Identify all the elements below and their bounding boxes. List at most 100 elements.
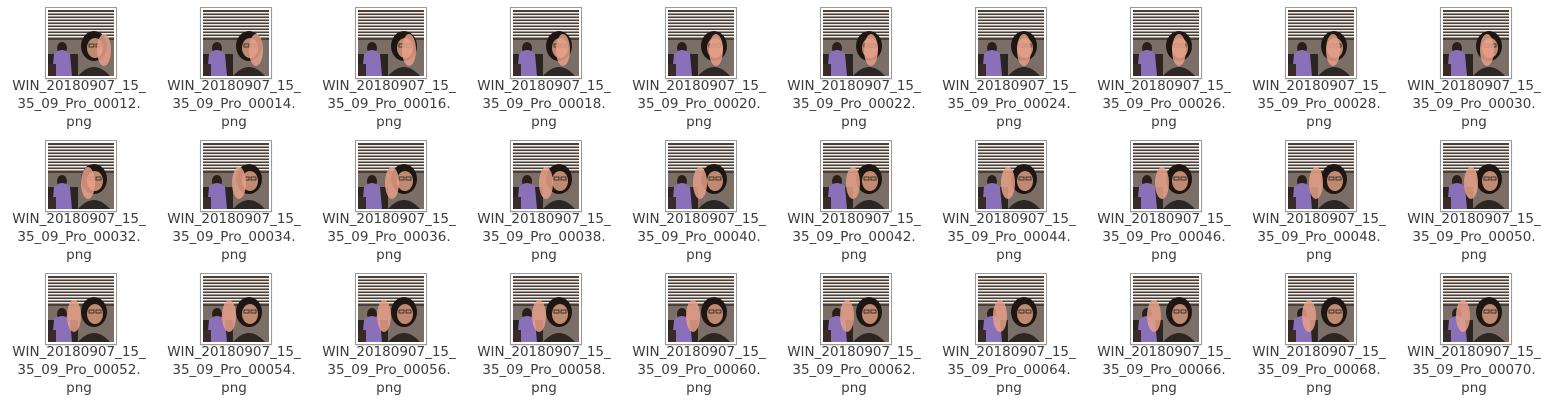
file-item[interactable]: WIN_20180907_15_ 35_09_Pro_00070. png — [1404, 273, 1544, 399]
file-item[interactable]: WIN_20180907_15_ 35_09_Pro_00058. png — [474, 273, 614, 399]
image-thumbnail-icon[interactable] — [1285, 7, 1357, 79]
file-item[interactable]: WIN_20180907_15_ 35_09_Pro_00044. png — [939, 140, 1079, 266]
image-thumbnail-icon[interactable] — [1130, 273, 1202, 345]
file-item[interactable]: WIN_20180907_15_ 35_09_Pro_00068. png — [1249, 273, 1389, 399]
file-item[interactable]: WIN_20180907_15_ 35_09_Pro_00048. png — [1249, 140, 1389, 266]
file-name-label: WIN_20180907_15_ 35_09_Pro_00064. png — [939, 343, 1079, 397]
file-item[interactable]: WIN_20180907_15_ 35_09_Pro_00034. png — [164, 140, 304, 266]
file-name-line3: png — [1151, 380, 1177, 396]
file-name-label: WIN_20180907_15_ 35_09_Pro_00060. png — [629, 343, 769, 397]
file-grid: WIN_20180907_15_ 35_09_Pro_00012. png WIN_2… — [0, 0, 1555, 401]
file-item[interactable]: WIN_20180907_15_ 35_09_Pro_00038. png — [474, 140, 614, 266]
file-name-line1: WIN_20180907_15_ — [942, 344, 1076, 360]
file-item[interactable]: WIN_20180907_15_ 35_09_Pro_00020. png — [629, 7, 769, 133]
image-thumbnail-icon[interactable] — [1440, 273, 1512, 345]
image-thumbnail-icon[interactable] — [200, 140, 272, 212]
file-name-line1: WIN_20180907_15_ — [167, 78, 301, 94]
image-thumbnail-icon[interactable] — [45, 7, 117, 79]
file-name-line3: png — [376, 247, 402, 263]
file-name-line3: png — [376, 114, 402, 130]
file-item[interactable]: WIN_20180907_15_ 35_09_Pro_00042. png — [784, 140, 924, 266]
image-thumbnail-icon[interactable] — [975, 7, 1047, 79]
image-thumbnail-icon[interactable] — [355, 273, 427, 345]
image-thumbnail-icon[interactable] — [355, 140, 427, 212]
image-thumbnail-icon[interactable] — [200, 7, 272, 79]
file-item[interactable]: WIN_20180907_15_ 35_09_Pro_00026. png — [1094, 7, 1234, 133]
file-name-label: WIN_20180907_15_ 35_09_Pro_00012. png — [9, 77, 149, 131]
file-name-line2: 35_09_Pro_00026. — [1102, 96, 1226, 112]
file-item[interactable]: WIN_20180907_15_ 35_09_Pro_00022. png — [784, 7, 924, 133]
file-item[interactable]: WIN_20180907_15_ 35_09_Pro_00014. png — [164, 7, 304, 133]
file-name-label: WIN_20180907_15_ 35_09_Pro_00020. png — [629, 77, 769, 131]
image-thumbnail-icon[interactable] — [355, 7, 427, 79]
file-name-label: WIN_20180907_15_ 35_09_Pro_00044. png — [939, 210, 1079, 264]
image-thumbnail-icon[interactable] — [1440, 7, 1512, 79]
file-item[interactable]: WIN_20180907_15_ 35_09_Pro_00064. png — [939, 273, 1079, 399]
file-item[interactable]: WIN_20180907_15_ 35_09_Pro_00040. png — [629, 140, 769, 266]
image-thumbnail-icon[interactable] — [510, 140, 582, 212]
image-thumbnail-icon[interactable] — [510, 7, 582, 79]
image-thumbnail-icon[interactable] — [975, 273, 1047, 345]
image-thumbnail-icon[interactable] — [665, 7, 737, 79]
image-thumbnail-icon[interactable] — [1130, 140, 1202, 212]
file-item[interactable]: WIN_20180907_15_ 35_09_Pro_00024. png — [939, 7, 1079, 133]
image-thumbnail-icon[interactable] — [1440, 140, 1512, 212]
image-thumbnail-icon[interactable] — [45, 273, 117, 345]
file-name-line3: png — [996, 380, 1022, 396]
file-item[interactable]: WIN_20180907_15_ 35_09_Pro_00046. png — [1094, 140, 1234, 266]
file-item[interactable]: WIN_20180907_15_ 35_09_Pro_00066. png — [1094, 273, 1234, 399]
image-thumbnail-icon[interactable] — [975, 140, 1047, 212]
file-name-label: WIN_20180907_15_ 35_09_Pro_00014. png — [164, 77, 304, 131]
file-item[interactable]: WIN_20180907_15_ 35_09_Pro_00016. png — [319, 7, 459, 133]
file-name-line2: 35_09_Pro_00028. — [1257, 96, 1381, 112]
image-thumbnail-icon[interactable] — [45, 140, 117, 212]
file-name-line1: WIN_20180907_15_ — [1252, 211, 1386, 227]
file-item[interactable]: WIN_20180907_15_ 35_09_Pro_00052. png — [9, 273, 149, 399]
image-thumbnail-icon[interactable] — [510, 273, 582, 345]
file-item[interactable]: WIN_20180907_15_ 35_09_Pro_00054. png — [164, 273, 304, 399]
image-thumbnail-icon[interactable] — [1285, 273, 1357, 345]
file-item[interactable]: WIN_20180907_15_ 35_09_Pro_00032. png — [9, 140, 149, 266]
file-name-line1: WIN_20180907_15_ — [632, 78, 766, 94]
file-item[interactable]: WIN_20180907_15_ 35_09_Pro_00012. png — [9, 7, 149, 133]
file-item[interactable]: WIN_20180907_15_ 35_09_Pro_00060. png — [629, 273, 769, 399]
file-item[interactable]: WIN_20180907_15_ 35_09_Pro_00050. png — [1404, 140, 1544, 266]
file-name-line1: WIN_20180907_15_ — [167, 211, 301, 227]
file-item[interactable]: WIN_20180907_15_ 35_09_Pro_00030. png — [1404, 7, 1544, 133]
file-name-line3: png — [1461, 247, 1487, 263]
image-thumbnail-icon[interactable] — [1285, 140, 1357, 212]
file-name-line2: 35_09_Pro_00016. — [327, 96, 451, 112]
file-name-line2: 35_09_Pro_00070. — [1412, 362, 1536, 378]
file-name-line3: png — [376, 380, 402, 396]
file-name-line2: 35_09_Pro_00050. — [1412, 229, 1536, 245]
file-name-label: WIN_20180907_15_ 35_09_Pro_00066. png — [1094, 343, 1234, 397]
file-name-line3: png — [841, 114, 867, 130]
file-name-line2: 35_09_Pro_00018. — [482, 96, 606, 112]
file-name-line2: 35_09_Pro_00062. — [792, 362, 916, 378]
image-thumbnail-icon[interactable] — [1130, 7, 1202, 79]
file-name-line1: WIN_20180907_15_ — [942, 211, 1076, 227]
image-thumbnail-icon[interactable] — [820, 273, 892, 345]
file-name-label: WIN_20180907_15_ 35_09_Pro_00018. png — [474, 77, 614, 131]
file-item[interactable]: WIN_20180907_15_ 35_09_Pro_00036. png — [319, 140, 459, 266]
file-name-line1: WIN_20180907_15_ — [787, 211, 921, 227]
file-name-label: WIN_20180907_15_ 35_09_Pro_00070. png — [1404, 343, 1544, 397]
file-name-line1: WIN_20180907_15_ — [322, 211, 456, 227]
image-thumbnail-icon[interactable] — [820, 140, 892, 212]
file-name-line1: WIN_20180907_15_ — [477, 344, 611, 360]
file-name-label: WIN_20180907_15_ 35_09_Pro_00062. png — [784, 343, 924, 397]
image-thumbnail-icon[interactable] — [665, 273, 737, 345]
file-item[interactable]: WIN_20180907_15_ 35_09_Pro_00018. png — [474, 7, 614, 133]
file-name-label: WIN_20180907_15_ 35_09_Pro_00030. png — [1404, 77, 1544, 131]
file-name-label: WIN_20180907_15_ 35_09_Pro_00054. png — [164, 343, 304, 397]
file-item[interactable]: WIN_20180907_15_ 35_09_Pro_00056. png — [319, 273, 459, 399]
file-item[interactable]: WIN_20180907_15_ 35_09_Pro_00028. png — [1249, 7, 1389, 133]
file-item[interactable]: WIN_20180907_15_ 35_09_Pro_00062. png — [784, 273, 924, 399]
image-thumbnail-icon[interactable] — [665, 140, 737, 212]
image-thumbnail-icon[interactable] — [200, 273, 272, 345]
file-name-line2: 35_09_Pro_00052. — [17, 362, 141, 378]
file-name-line2: 35_09_Pro_00044. — [947, 229, 1071, 245]
file-name-line3: png — [841, 247, 867, 263]
file-name-label: WIN_20180907_15_ 35_09_Pro_00052. png — [9, 343, 149, 397]
image-thumbnail-icon[interactable] — [820, 7, 892, 79]
